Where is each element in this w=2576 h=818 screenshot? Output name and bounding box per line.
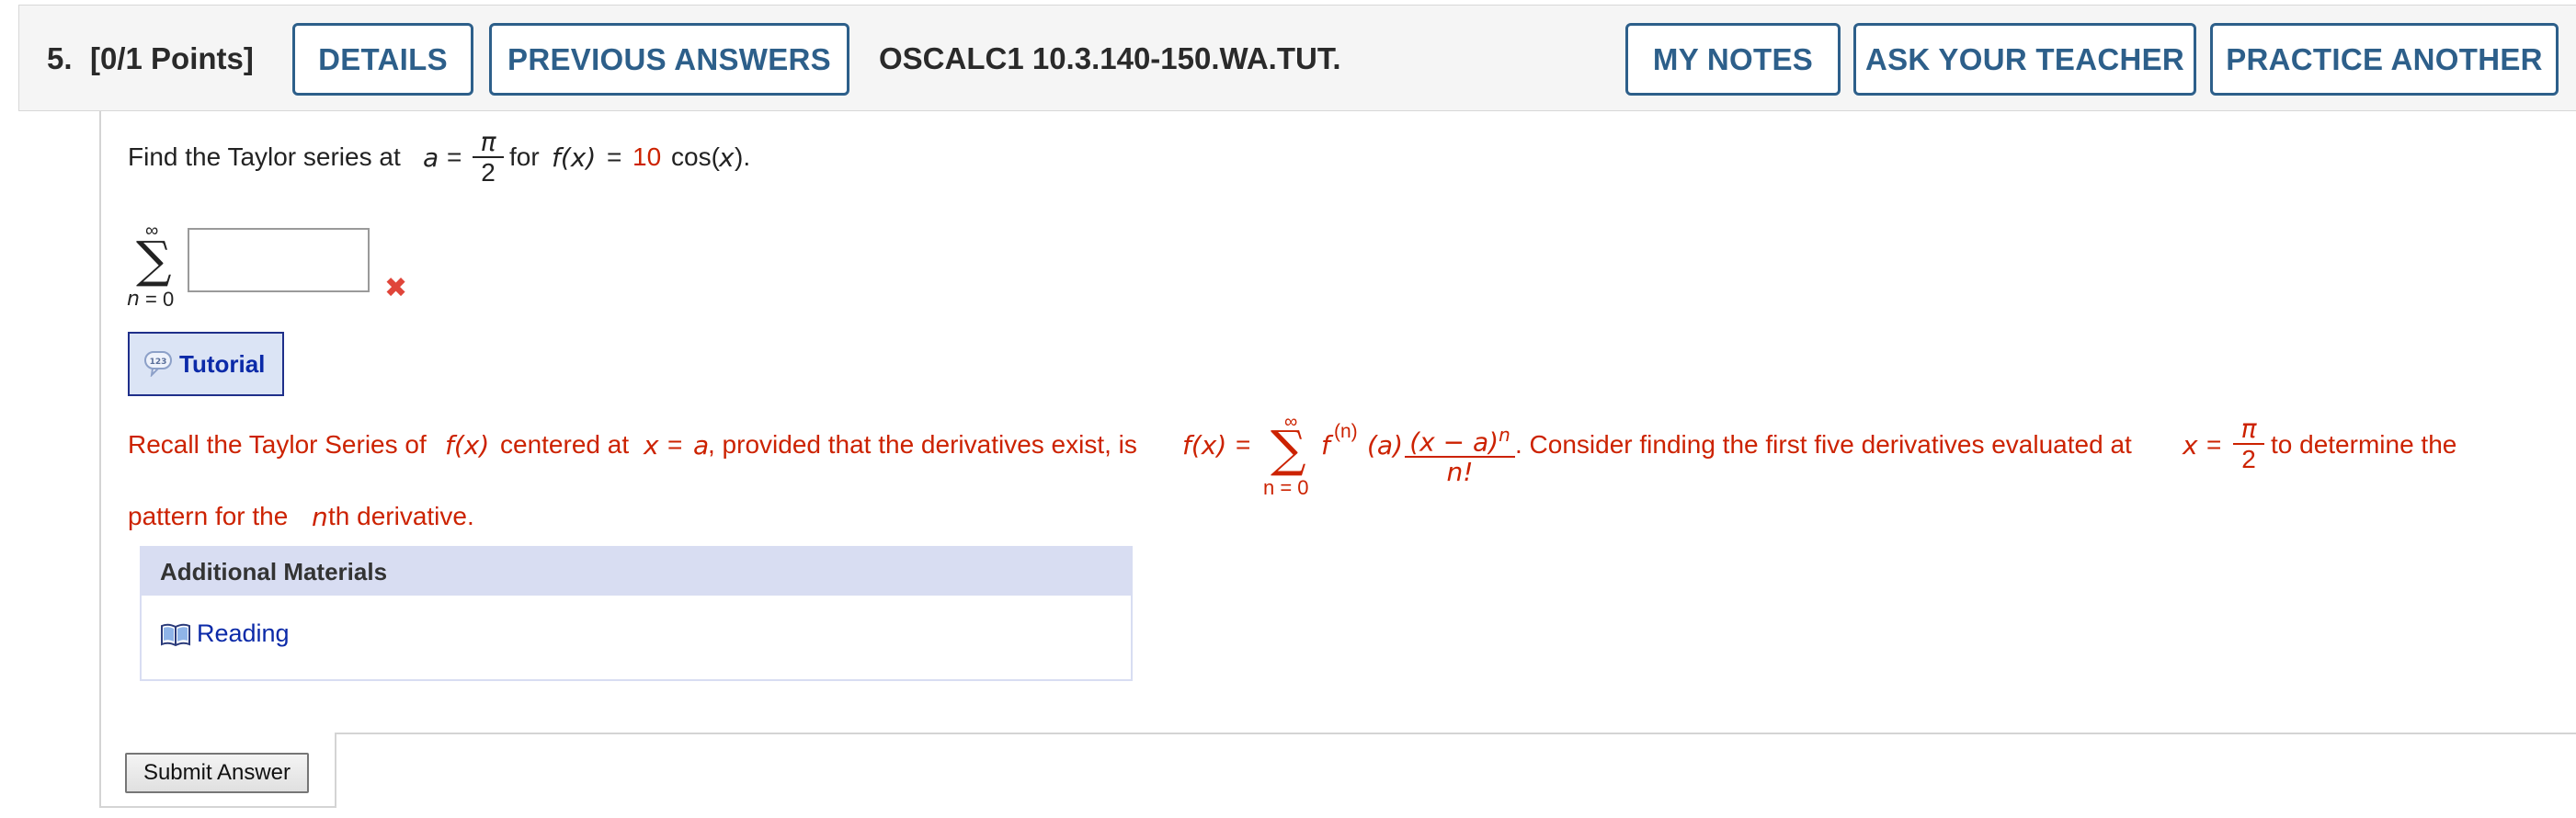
- reading-label: Reading: [197, 619, 290, 647]
- hint-sigma-symbol: ∑: [1271, 420, 1306, 478]
- hint-x-var-2: x: [2183, 430, 2198, 460]
- prompt-equals-2: =: [607, 142, 622, 171]
- prompt-equals: =: [447, 142, 462, 171]
- previous-answers-button[interactable]: PREVIOUS ANSWERS: [489, 23, 849, 96]
- hint-text-4: . Consider finding the first five deriva…: [1515, 430, 2132, 459]
- hint-numerator-exponent: n: [1499, 424, 1510, 446]
- hint-a-var: a: [693, 430, 710, 460]
- hint-equals-1: =: [667, 430, 683, 459]
- my-notes-button[interactable]: MY NOTES: [1625, 23, 1841, 96]
- assignment-code: OSCALC1 10.3.140-150.WA.TUT.: [879, 41, 1341, 75]
- prompt-close: ).: [735, 142, 751, 171]
- hint-f-base: f: [1321, 430, 1330, 460]
- details-button[interactable]: DETAILS: [292, 23, 473, 96]
- points-label: [0/1 Points]: [90, 41, 254, 75]
- sum-lower-n: n: [127, 288, 140, 311]
- tutorial-icon: 123: [144, 351, 172, 377]
- hint-fx-1: f(x): [445, 430, 490, 460]
- hint-equals-3: =: [2206, 430, 2222, 459]
- prompt-cos: cos(: [671, 142, 720, 171]
- prompt-coefficient: 10: [633, 142, 662, 171]
- question-number: 5.: [47, 41, 73, 75]
- hint-text-2: centered at: [500, 430, 630, 459]
- ask-your-teacher-button[interactable]: ASK YOUR TEACHER: [1853, 23, 2196, 96]
- prompt-cos-var-x: x: [719, 142, 735, 173]
- tutorial-button[interactable]: 123 Tutorial: [128, 332, 284, 396]
- prompt-fraction-denominator: 2: [481, 158, 496, 187]
- additional-materials-panel: Additional Materials Reading: [140, 546, 1133, 681]
- sum-lower-value: = 0: [145, 288, 175, 311]
- question-frame-left: [99, 111, 101, 808]
- hint-text-3: , provided that the derivatives exist, i…: [708, 430, 1137, 459]
- additional-materials-title: Additional Materials: [142, 548, 1131, 596]
- question-frame-separator: [335, 733, 2576, 734]
- book-icon: [161, 623, 190, 646]
- hint-line2-start: pattern for the: [128, 502, 289, 530]
- hint-equals-2: =: [1236, 430, 1251, 459]
- hint-text-5: to determine the: [2271, 430, 2457, 459]
- hint-fraction-pi-over-2: π 2: [2233, 415, 2264, 474]
- reading-link[interactable]: Reading: [160, 619, 290, 648]
- hint-fraction-numerator: (x − a)n: [1405, 421, 1515, 456]
- submit-answer-button[interactable]: Submit Answer: [125, 753, 309, 793]
- question-frame-bottom: [99, 806, 336, 808]
- hint-text-1: Recall the Taylor Series of: [128, 430, 427, 459]
- question-frame-notch: [335, 733, 336, 808]
- question-header: 5. [0/1 Points] DETAILS PREVIOUS ANSWERS…: [18, 5, 2576, 111]
- hint-numerator-base: (x − a): [1409, 426, 1499, 458]
- hint-fraction-denominator: n!: [1446, 457, 1474, 488]
- prompt-fraction-pi-over-2: π 2: [473, 129, 504, 187]
- hint-pi-denominator: 2: [2241, 445, 2256, 473]
- prompt-var-a: a: [423, 142, 439, 173]
- hint-f-arg: (a): [1367, 430, 1404, 460]
- svg-text:123: 123: [150, 358, 167, 367]
- prompt-fraction-numerator: π: [480, 127, 496, 157]
- hint-fraction: (x − a)n n!: [1405, 421, 1515, 487]
- sigma-symbol: ∑: [136, 231, 172, 289]
- tutorial-label: Tutorial: [179, 349, 266, 378]
- practice-another-button[interactable]: PRACTICE ANOTHER: [2210, 23, 2559, 96]
- hint-sum-lower: n = 0: [1263, 476, 1309, 499]
- prompt-function: f(x): [552, 142, 597, 173]
- hint-f-superscript: (n): [1334, 421, 1358, 442]
- hint-nth-var: n: [312, 502, 328, 532]
- answer-input[interactable]: [188, 228, 370, 292]
- prompt-text: Find the Taylor series at: [128, 142, 401, 171]
- hint-fx-2: f(x): [1182, 430, 1227, 460]
- hint-x-var: x: [644, 430, 659, 460]
- prompt-for: for: [509, 142, 540, 171]
- incorrect-x-icon: ✖: [384, 273, 408, 303]
- hint-pi-numerator: π: [2240, 414, 2257, 444]
- hint-line2-end: th derivative.: [328, 502, 474, 530]
